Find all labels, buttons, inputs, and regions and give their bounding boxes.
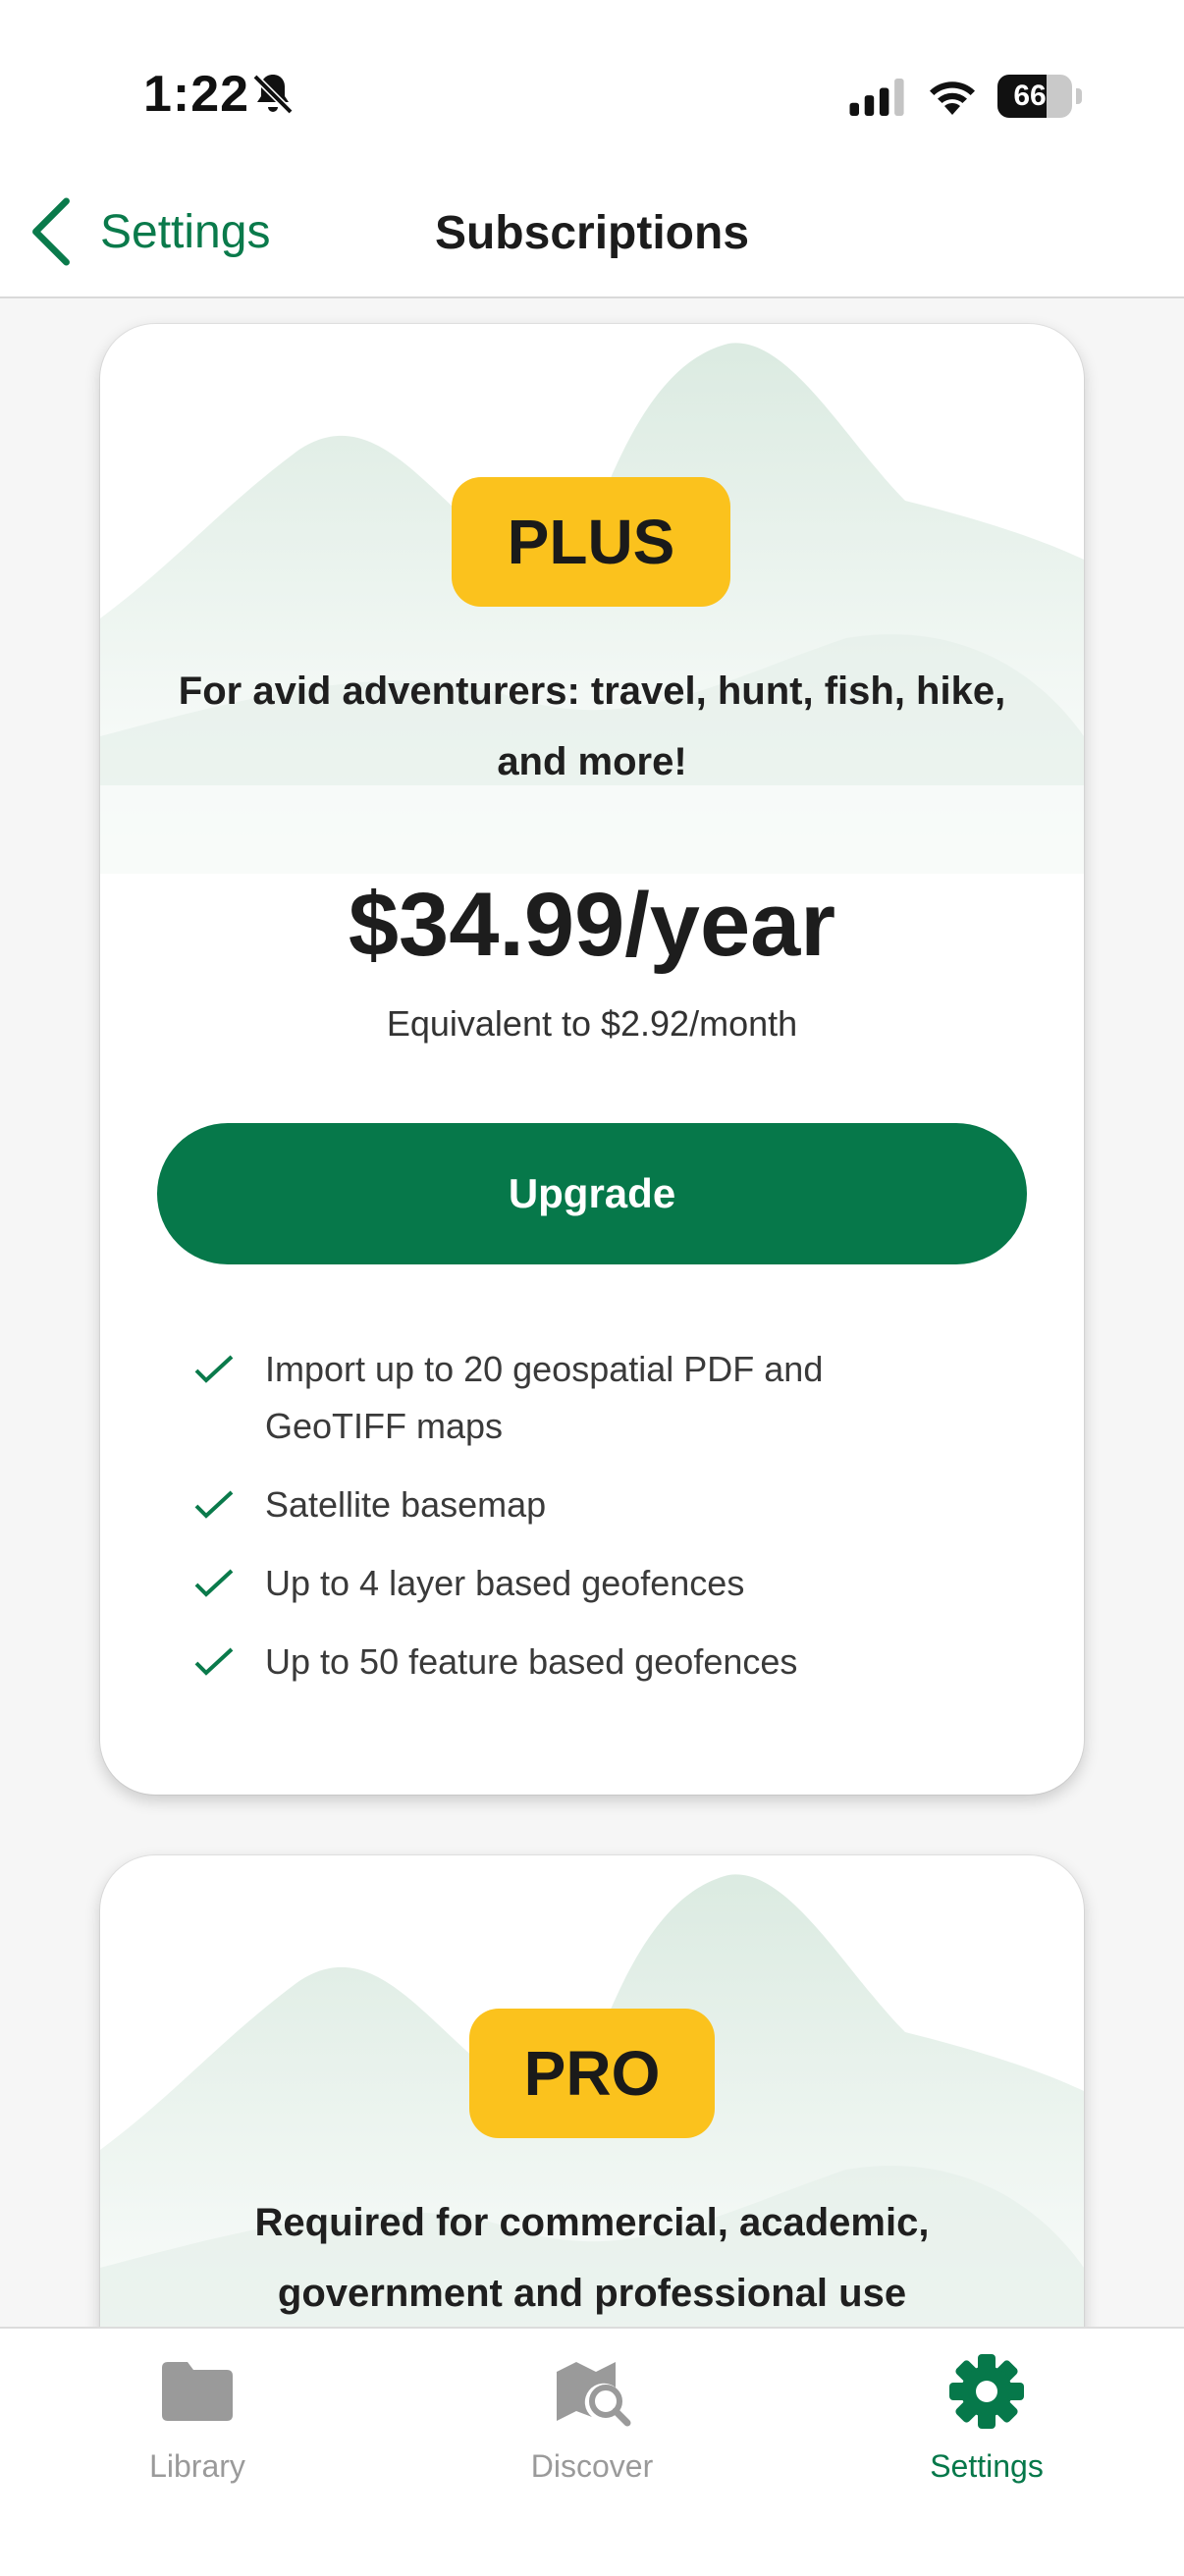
battery-icon: 66 bbox=[997, 75, 1082, 118]
cellular-signal-icon bbox=[849, 79, 904, 116]
feature-text: Import up to 20 geospatial PDF and bbox=[265, 1349, 824, 1389]
tab-label: Discover bbox=[530, 2448, 654, 2484]
checkmark-icon bbox=[194, 1490, 234, 1519]
page-title: Subscriptions bbox=[434, 207, 750, 259]
tab-bar: Library Discover Settings bbox=[0, 2327, 1184, 2576]
list-item: Up to 4 layer based geofences bbox=[194, 1555, 980, 1612]
tier-badge-plus: PLUS bbox=[452, 477, 730, 607]
list-item: Satellite basemap bbox=[194, 1476, 980, 1533]
plan-price: $34.99/year bbox=[348, 875, 836, 975]
map-search-icon bbox=[557, 2362, 631, 2427]
upgrade-button[interactable]: Upgrade bbox=[157, 1123, 1027, 1264]
tab-settings[interactable]: Settings bbox=[789, 2329, 1184, 2576]
bell-slash-icon bbox=[252, 74, 294, 115]
plan-monthly-equivalent: Equivalent to $2.92/month bbox=[386, 1003, 798, 1044]
wifi-icon bbox=[930, 81, 975, 115]
plan-tagline-line1: Required for commercial, academic, bbox=[254, 2201, 930, 2244]
status-time: 1:22 bbox=[143, 66, 250, 123]
plan-card-plus: PLUS For avid adventurers: travel, hunt,… bbox=[100, 324, 1084, 1795]
tab-library[interactable]: Library bbox=[0, 2329, 395, 2576]
checkmark-icon bbox=[194, 1569, 234, 1597]
gear-icon bbox=[949, 2354, 1024, 2429]
tab-discover[interactable]: Discover bbox=[395, 2329, 789, 2576]
folder-icon bbox=[162, 2362, 233, 2421]
status-bar: 1:22 66 bbox=[0, 0, 1184, 167]
plan-tagline-line2: government and professional use bbox=[277, 2272, 907, 2315]
tab-label: Library bbox=[149, 2448, 245, 2484]
feature-text: Satellite basemap bbox=[265, 1484, 547, 1525]
tier-badge-pro: PRO bbox=[469, 2009, 715, 2138]
feature-list: Import up to 20 geospatial PDF and GeoTI… bbox=[194, 1341, 980, 1712]
plan-tagline-line1: For avid adventurers: travel, hunt, fish… bbox=[178, 670, 1006, 713]
navigation-bar: Settings Subscriptions bbox=[0, 167, 1184, 298]
battery-percent: 66 bbox=[1013, 80, 1047, 112]
tab-label: Settings bbox=[930, 2448, 1044, 2484]
plan-tagline-line2: and more! bbox=[497, 740, 687, 783]
checkmark-icon bbox=[194, 1355, 234, 1383]
feature-text: Up to 4 layer based geofences bbox=[265, 1563, 745, 1603]
checkmark-icon bbox=[194, 1647, 234, 1676]
list-item: Import up to 20 geospatial PDF and GeoTI… bbox=[194, 1341, 980, 1455]
list-item: Up to 50 feature based geofences bbox=[194, 1634, 980, 1690]
feature-text: GeoTIFF maps bbox=[265, 1406, 504, 1446]
feature-text: Up to 50 feature based geofences bbox=[265, 1641, 798, 1682]
